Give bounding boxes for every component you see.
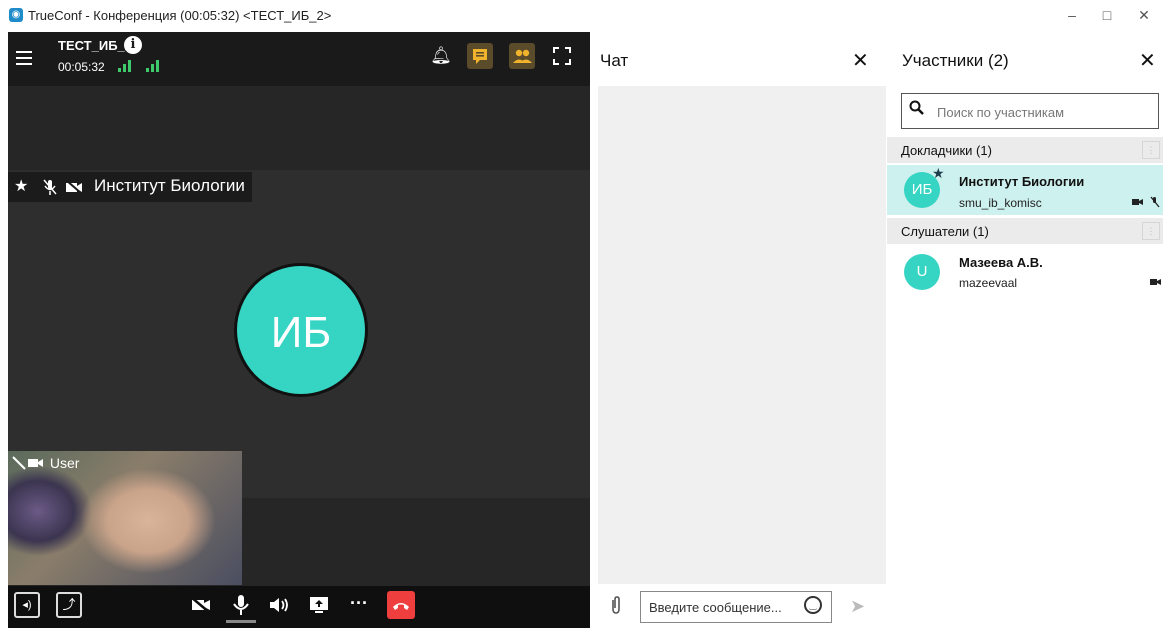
- participant-login: smu_ib_komisc: [959, 196, 1042, 210]
- attach-icon[interactable]: [610, 595, 622, 620]
- menu-icon[interactable]: [16, 51, 32, 65]
- self-label-text: User: [49, 455, 80, 471]
- self-video-preview[interactable]: [8, 451, 242, 585]
- participant-name: Институт Биологии: [959, 174, 1085, 189]
- participant-name: Мазеева А.В.: [959, 255, 1043, 270]
- video-band-top: [8, 86, 590, 170]
- bell-icon[interactable]: 🔔︎: [428, 43, 454, 69]
- camera-off-icon: [64, 178, 84, 201]
- star-icon: ★: [14, 178, 29, 195]
- chat-title: Чат: [600, 51, 629, 70]
- star-icon: ★: [932, 165, 945, 181]
- info-icon[interactable]: i: [124, 36, 142, 54]
- close-icon[interactable]: ✕: [1139, 48, 1156, 73]
- share-icon[interactable]: ⤴: [56, 592, 82, 618]
- group-menu-button[interactable]: ⋮: [1142, 141, 1160, 159]
- speaker-avatar: ИБ: [234, 263, 368, 397]
- camera-off-icon: [12, 456, 43, 470]
- avatar: U: [904, 254, 940, 290]
- mic-icon[interactable]: [228, 592, 254, 618]
- search-input[interactable]: [935, 97, 1154, 127]
- group-label: Докладчики (1): [901, 143, 992, 158]
- window-title: TrueConf - Конференция (00:05:32) <ТЕСТ_…: [28, 8, 332, 23]
- camera-off-icon: [1150, 277, 1162, 290]
- participants-icon: [513, 49, 532, 63]
- search-icon: [909, 100, 924, 115]
- chat-pane: [598, 32, 886, 628]
- participants-title: Участники (2): [902, 51, 1009, 70]
- maximize-button[interactable]: □: [1093, 4, 1121, 26]
- camera-icon[interactable]: [188, 592, 214, 618]
- more-icon[interactable]: ···: [346, 592, 372, 618]
- conference-controls-bar: [8, 586, 590, 628]
- hangup-button[interactable]: [387, 591, 415, 619]
- app-logo-icon: ◉: [9, 8, 23, 22]
- close-icon[interactable]: ✕: [852, 48, 869, 73]
- fullscreen-icon[interactable]: [549, 43, 575, 69]
- minimize-button[interactable]: –: [1058, 4, 1086, 26]
- participant-login: mazeevaal: [959, 276, 1018, 290]
- signal-icon: [146, 60, 162, 72]
- emoji-icon[interactable]: ‿: [804, 596, 822, 614]
- signal-icon: [118, 60, 134, 72]
- volume-icon[interactable]: [266, 592, 292, 618]
- mic-level-indicator: [226, 620, 256, 623]
- group-menu-button[interactable]: ⋮: [1142, 222, 1160, 240]
- mic-off-icon: [1150, 196, 1160, 211]
- chat-header: [598, 32, 886, 86]
- conference-timer: 00:05:32: [58, 60, 105, 74]
- speaker-icon[interactable]: ◂): [14, 592, 40, 618]
- hangup-icon: [393, 603, 409, 610]
- conference-title: ТЕСТ_ИБ_2: [58, 38, 132, 53]
- chat-icon: [473, 49, 487, 64]
- speaker-name-label: Институт Биологии: [94, 176, 245, 195]
- group-label: Слушатели (1): [901, 224, 989, 239]
- mic-off-icon: [42, 178, 58, 201]
- participants-toggle-button[interactable]: [509, 43, 535, 69]
- camera-off-icon: [1132, 197, 1144, 210]
- window-close-button[interactable]: ✕: [1130, 4, 1158, 26]
- chat-toggle-button[interactable]: [467, 43, 493, 69]
- screen-share-icon[interactable]: [306, 592, 332, 618]
- message-input[interactable]: [640, 591, 832, 623]
- self-video-label: User: [12, 455, 79, 471]
- send-icon[interactable]: ➤: [850, 596, 865, 617]
